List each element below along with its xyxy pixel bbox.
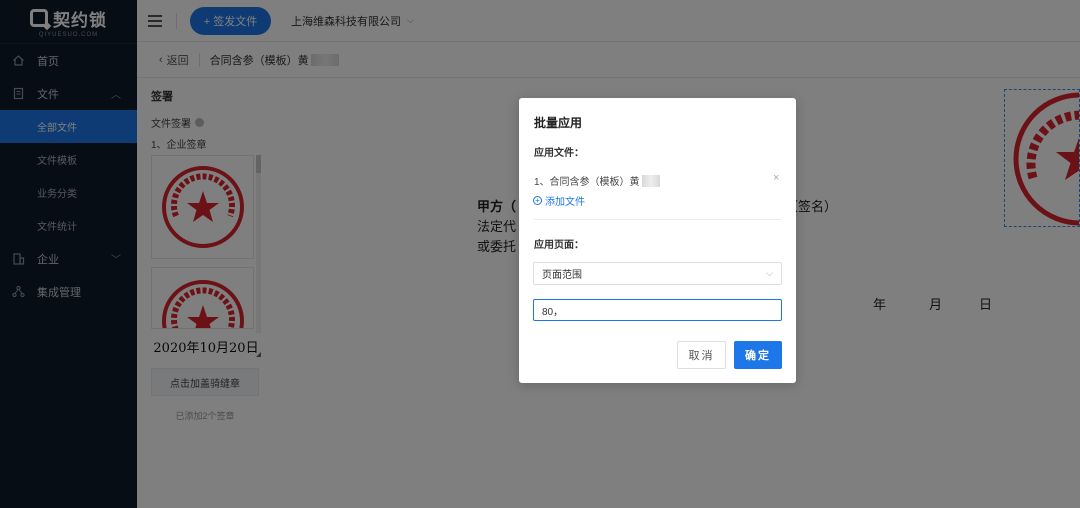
add-file-button[interactable]: + 添加文件 (533, 193, 585, 208)
page-range-value: 页面范围 (542, 270, 582, 281)
page-range-select[interactable]: 页面范围 ⌵ (533, 262, 782, 285)
page-numbers-input[interactable] (533, 299, 782, 321)
apply-files-label: 应用文件： (534, 148, 584, 159)
dialog-title: 批量应用 (534, 116, 583, 130)
file-list-item: 1、合同含参（模板）黄 (534, 173, 660, 188)
file-name: 1、合同含参（模板）黄 (534, 177, 640, 188)
batch-apply-dialog: 批量应用 应用文件： 1、合同含参（模板）黄 × + 添加文件 应用页面： 页面… (519, 98, 796, 383)
divider (534, 219, 781, 220)
confirm-button[interactable]: 确定 (734, 341, 782, 369)
remove-file-icon[interactable]: × (773, 172, 779, 184)
add-file-label: 添加文件 (545, 197, 585, 208)
chevron-down-icon: ⌵ (766, 268, 773, 278)
redacted-text (641, 174, 660, 187)
apply-pages-label: 应用页面： (534, 240, 584, 251)
plus-circle-icon: + (533, 196, 542, 205)
cancel-button[interactable]: 取消 (677, 341, 726, 369)
